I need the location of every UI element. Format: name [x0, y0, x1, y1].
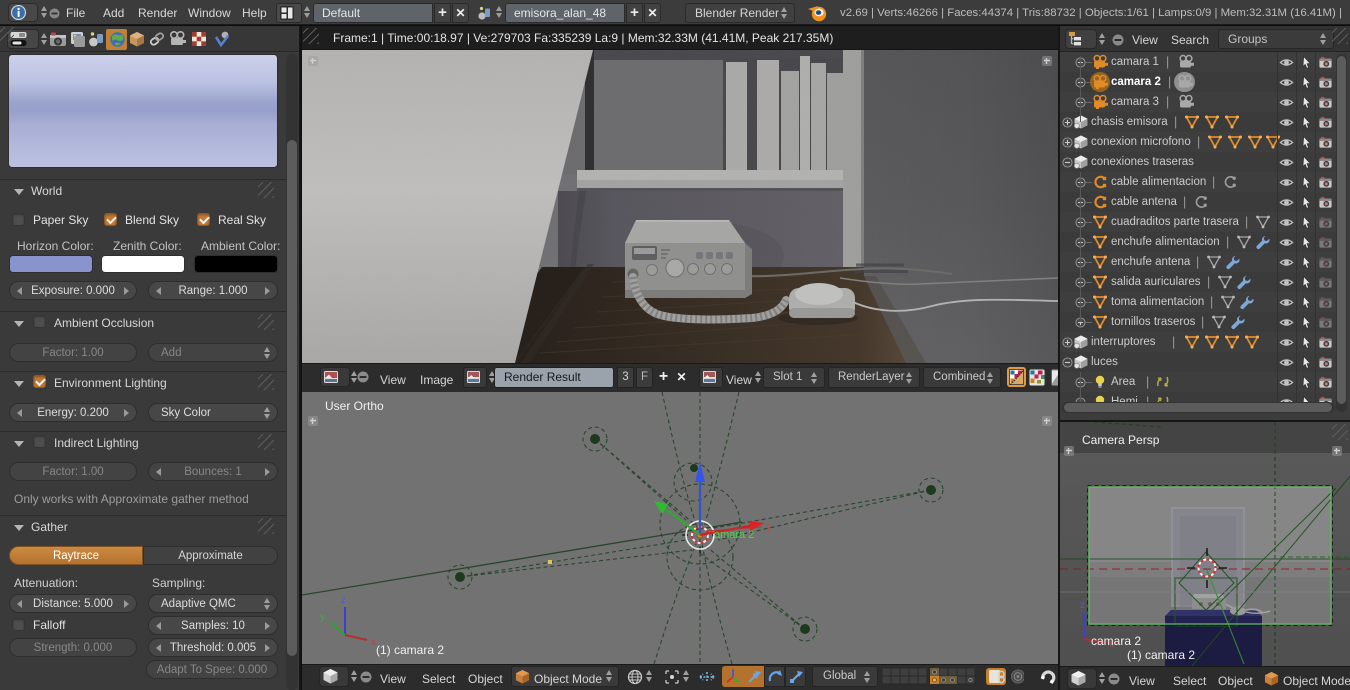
svg-text:z: z	[1080, 600, 1085, 611]
svg-text:y: y	[320, 612, 325, 623]
svg-text:1: 1	[765, 523, 771, 535]
svg-text:camara 2: camara 2	[1091, 634, 1141, 648]
svg-text:(1) camara 2: (1) camara 2	[1127, 648, 1195, 662]
svg-text:User Ortho: User Ortho	[325, 399, 384, 413]
svg-text:amara 2: amara 2	[714, 529, 754, 541]
svg-text:z: z	[341, 595, 346, 606]
svg-text:(1) camara 2: (1) camara 2	[376, 643, 444, 657]
svg-text:Camera Persp: Camera Persp	[1082, 433, 1160, 447]
